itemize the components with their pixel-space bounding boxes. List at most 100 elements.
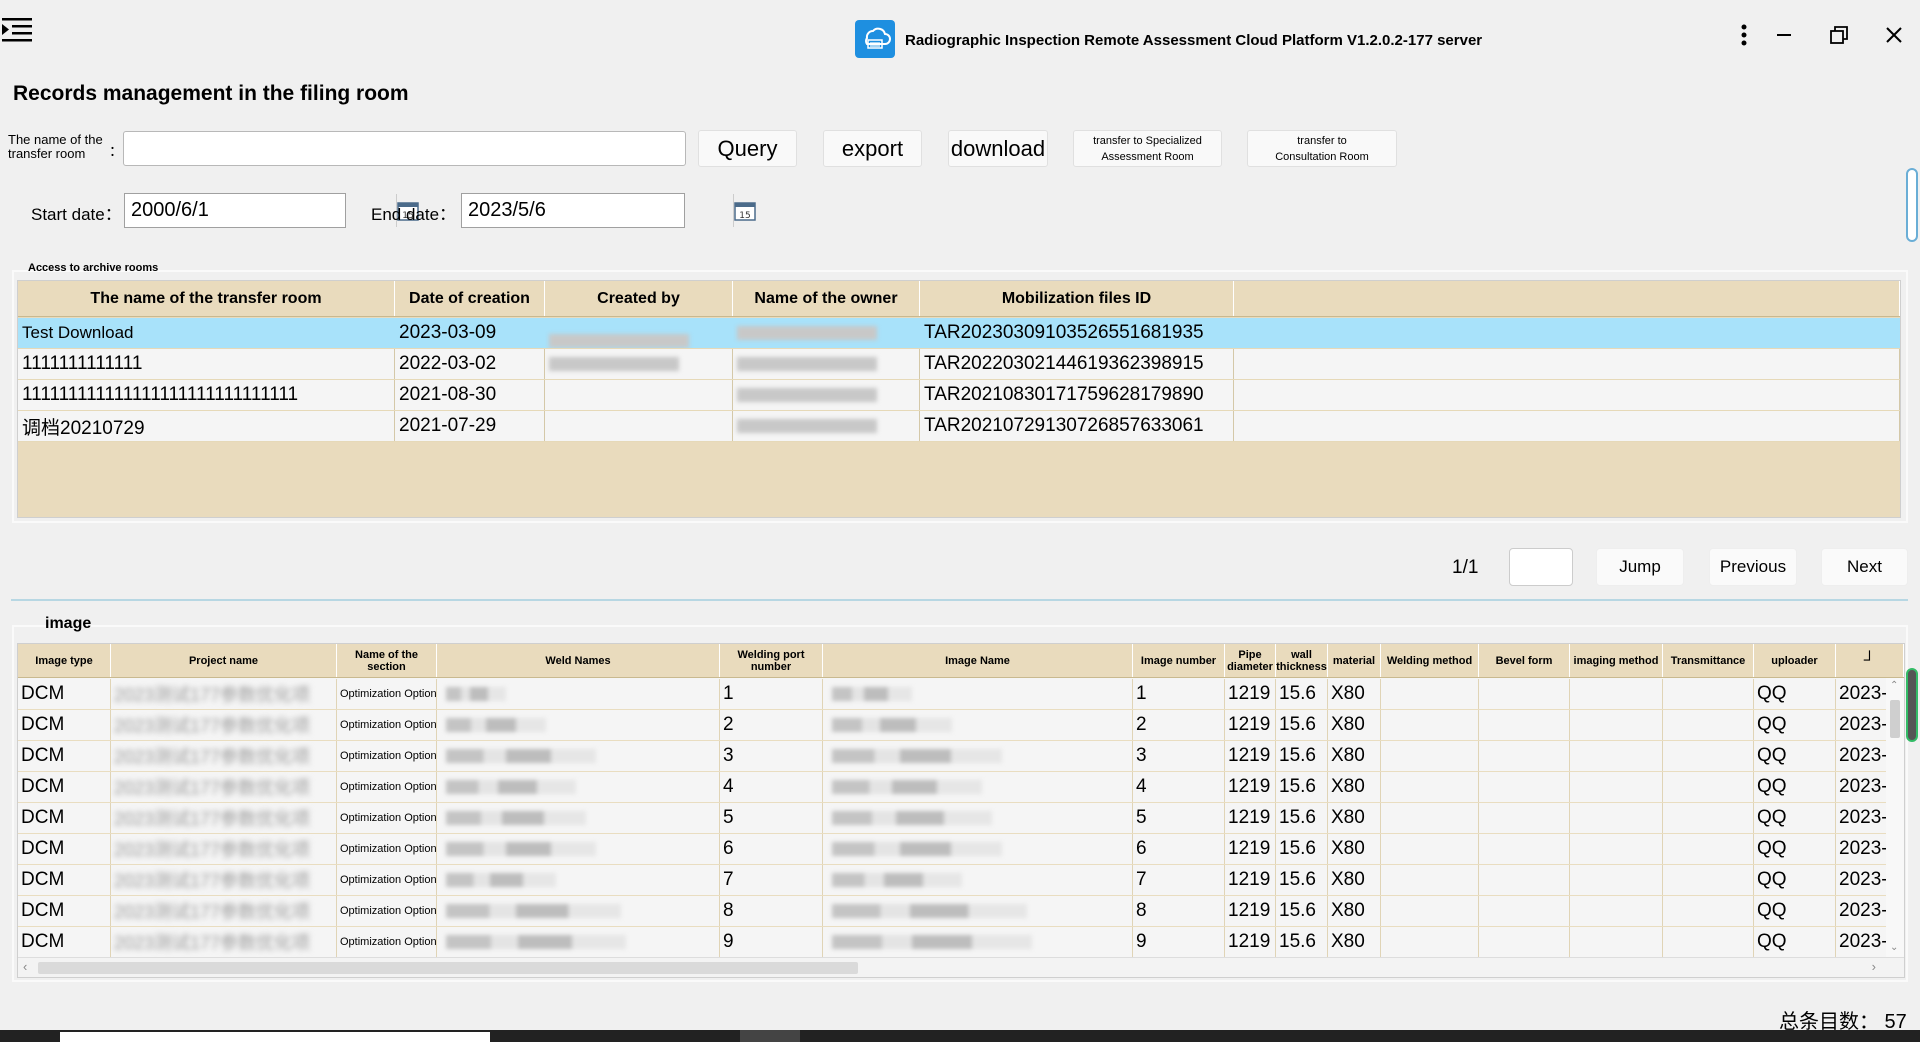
owner-cell (733, 380, 920, 410)
table-cell: 2023测试177参数优化项 (111, 710, 337, 740)
column-header[interactable]: Mobilization files ID (920, 281, 1234, 316)
table-cell (1570, 896, 1663, 926)
column-header[interactable]: wall thickness (1276, 644, 1328, 677)
cell-text: 7 (723, 869, 734, 890)
taskbar-search[interactable] (60, 1032, 490, 1042)
transfer-to-specialized-button[interactable]: transfer to Specialized Assessment Room (1073, 130, 1222, 167)
cell-text: 1 (723, 683, 734, 704)
column-header[interactable]: Weld Names (437, 644, 720, 677)
column-header[interactable]: Bevel form (1479, 644, 1570, 677)
vertical-scrollbar[interactable]: ⌃ ⌄ (1886, 678, 1904, 957)
close-icon[interactable] (1879, 20, 1909, 50)
taskbar-app[interactable] (740, 1030, 800, 1042)
archive-table-header: The name of the transfer room Date of cr… (18, 281, 1900, 317)
column-header[interactable]: Welding method (1381, 644, 1479, 677)
table-row[interactable]: Test Download 2023-03-09 TAR202303091035… (18, 318, 1900, 349)
transfer-to-consultation-button[interactable]: transfer to Consultation Room (1247, 130, 1397, 167)
start-date-input[interactable] (125, 194, 396, 227)
end-date-input[interactable] (462, 194, 733, 227)
column-resize-icon[interactable]: ┘ (1836, 644, 1904, 677)
table-cell: 2023测试177参数优化项 (111, 679, 337, 709)
restore-icon[interactable] (1824, 20, 1854, 50)
column-header[interactable]: Created by (545, 281, 733, 316)
column-header[interactable]: Transmittance (1663, 644, 1754, 677)
table-cell: 1219 (1225, 865, 1276, 895)
minimize-icon[interactable] (1769, 20, 1799, 50)
table-row[interactable]: DCM 2023测试177参数优化项 Optimization Options 2 2 1… (18, 710, 1904, 741)
table-row[interactable]: DCM 2023测试177参数优化项 Optimization Options 6 6 1… (18, 834, 1904, 865)
column-header[interactable]: Name of the owner (733, 281, 920, 316)
column-header[interactable]: Image type (18, 644, 111, 677)
start-date-picker: 15 (124, 193, 419, 228)
cell-text: DCM (21, 745, 65, 766)
cell-text: 3 (723, 745, 734, 766)
table-cell: 1 (1133, 679, 1225, 709)
table-cell: Optimization Options (337, 896, 437, 926)
column-header[interactable]: imaging method (1570, 644, 1663, 677)
table-cell: QQ (1754, 896, 1836, 926)
created-by-cell (545, 349, 733, 379)
calendar-icon[interactable]: 15 (733, 194, 756, 227)
horizontal-scrollbar[interactable]: ‹ › (18, 957, 1904, 977)
table-cell: 9 (1133, 927, 1225, 957)
page-scroll-handle[interactable] (1906, 168, 1918, 242)
table-cell (823, 710, 1133, 740)
scroll-up-icon[interactable]: ⌃ (1890, 680, 1898, 691)
export-button[interactable]: export (823, 130, 922, 167)
side-scroll-handle[interactable] (1906, 668, 1918, 742)
column-header[interactable]: Image Name (823, 644, 1133, 677)
download-button[interactable]: download (948, 130, 1048, 167)
table-row[interactable]: DCM 2023测试177参数优化项 Optimization Options 4 4 1… (18, 772, 1904, 803)
table-cell (1663, 834, 1754, 864)
column-header[interactable]: Pipe diameter (1225, 644, 1276, 677)
table-cell: 2023测试177参数优化项 (111, 772, 337, 802)
table-cell (1570, 710, 1663, 740)
transfer-room-input[interactable] (123, 131, 686, 166)
table-row[interactable]: DCM 2023测试177参数优化项 Optimization Options 5 5 1… (18, 803, 1904, 834)
more-vertical-icon[interactable] (1729, 20, 1759, 50)
previous-button[interactable]: Previous (1709, 548, 1797, 586)
scroll-left-icon[interactable]: ‹ (23, 959, 27, 974)
table-cell: 6 (1133, 834, 1225, 864)
query-button[interactable]: Query (698, 130, 797, 167)
column-header[interactable]: Image number (1133, 644, 1225, 677)
redacted-mask (832, 873, 962, 887)
column-header[interactable]: Project name (111, 644, 337, 677)
table-row[interactable]: DCM 2023测试177参数优化项 Optimization Options 3 3 1… (18, 741, 1904, 772)
cell-text: DCM (21, 714, 65, 735)
scroll-right-icon[interactable]: › (1872, 959, 1876, 974)
cell-text: X80 (1331, 869, 1365, 890)
jump-page-input[interactable] (1509, 548, 1573, 586)
cell-text: Optimization Options (340, 843, 437, 855)
menu-icon[interactable] (2, 16, 34, 44)
app-title: Radiographic Inspection Remote Assessmen… (905, 32, 1483, 49)
vertical-scroll-thumb[interactable] (1890, 700, 1900, 738)
column-header[interactable]: The name of the transfer room (18, 281, 395, 316)
horizontal-scroll-thumb[interactable] (38, 962, 858, 974)
table-cell (1381, 710, 1479, 740)
column-header[interactable]: Date of creation (395, 281, 545, 316)
table-row[interactable]: 1111111111111 2022-03-02 TAR202203021446… (18, 349, 1900, 380)
column-header[interactable]: Name of the section (337, 644, 437, 677)
table-row[interactable]: DCM 2023测试177参数优化项 Optimization Options 1 1 1… (18, 679, 1904, 710)
table-row[interactable]: DCM 2023测试177参数优化项 Optimization Options 9 9 1… (18, 927, 1904, 958)
table-row[interactable]: 111111111111111111111111111111 2021-08-3… (18, 380, 1900, 411)
cell-text: X80 (1331, 900, 1365, 921)
table-cell: 1 (720, 679, 823, 709)
jump-button[interactable]: Jump (1596, 548, 1684, 586)
table-row[interactable]: 调档20210729 2021-07-29 TAR202107291307268… (18, 411, 1900, 442)
title-bar: Radiographic Inspection Remote Assessmen… (0, 0, 1920, 70)
next-button[interactable]: Next (1821, 548, 1908, 586)
cell-text: 9 (1136, 931, 1147, 952)
table-cell (1570, 834, 1663, 864)
column-header[interactable]: material (1328, 644, 1381, 677)
redacted-mask (832, 780, 982, 794)
scroll-down-icon[interactable]: ⌄ (1890, 942, 1898, 953)
column-header[interactable]: uploader (1754, 644, 1836, 677)
table-row[interactable]: DCM 2023测试177参数优化项 Optimization Options 7 7 1… (18, 865, 1904, 896)
table-cell: Optimization Options (337, 865, 437, 895)
table-cell (1570, 803, 1663, 833)
table-cell (823, 741, 1133, 771)
column-header[interactable]: Welding port number (720, 644, 823, 677)
table-row[interactable]: DCM 2023测试177参数优化项 Optimization Options 8 8 1… (18, 896, 1904, 927)
